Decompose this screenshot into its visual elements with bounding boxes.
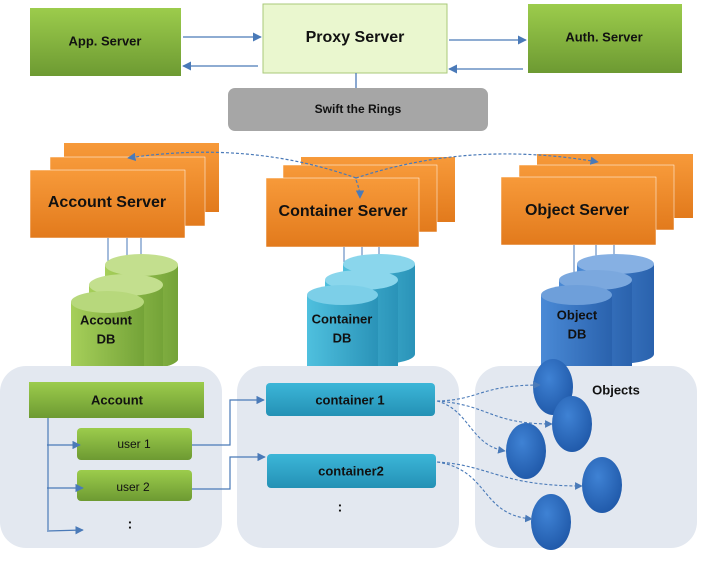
object-ball [582, 457, 622, 513]
rings-box: Swift the Rings [228, 88, 488, 131]
rings-label: Swift the Rings [315, 102, 402, 116]
object-db-label-line1: Object [557, 307, 598, 322]
container-1-box: container 1 [266, 383, 435, 416]
swift-architecture-diagram: App. Server Proxy Server Auth. Server Sw… [0, 3, 697, 550]
container-db-label-line1: Container [312, 311, 373, 326]
account-bar: Account [29, 382, 204, 418]
auth-server-label: Auth. Server [565, 29, 642, 44]
user-1-box: user 1 [77, 428, 192, 460]
account-server-label: Account Server [48, 194, 166, 211]
account-server-stack: Account Server [29, 143, 219, 239]
user-2-box: user 2 [77, 470, 192, 501]
proxy-server-box: Proxy Server [262, 3, 448, 74]
container-db-label-line2: DB [333, 330, 352, 345]
account-db-label-line2: DB [97, 331, 116, 346]
user-2-label: user 2 [116, 480, 150, 494]
container-server-stack: Container Server [265, 157, 455, 248]
object-ball [531, 494, 571, 550]
container-more-ellipsis: : [338, 499, 343, 515]
container-2-box: container2 [267, 454, 436, 488]
object-db-label-line2: DB [568, 326, 587, 341]
object-server-label: Object Server [525, 202, 629, 219]
proxy-server-label: Proxy Server [306, 29, 405, 46]
account-db-label-line1: Account [80, 312, 133, 327]
objects-label: Objects [592, 382, 640, 397]
app-server-box: App. Server [30, 8, 181, 76]
account-more-ellipsis: : [128, 516, 133, 532]
user-1-label: user 1 [117, 437, 151, 451]
account-bar-label: Account [91, 392, 144, 407]
container-2-label: container2 [318, 463, 384, 478]
container-1-label: container 1 [315, 392, 384, 407]
auth-server-box: Auth. Server [528, 4, 682, 73]
object-ball [552, 396, 592, 452]
object-server-stack: Object Server [500, 154, 693, 246]
object-ball [506, 423, 546, 479]
container-server-label: Container Server [279, 203, 408, 220]
app-server-label: App. Server [69, 33, 142, 48]
